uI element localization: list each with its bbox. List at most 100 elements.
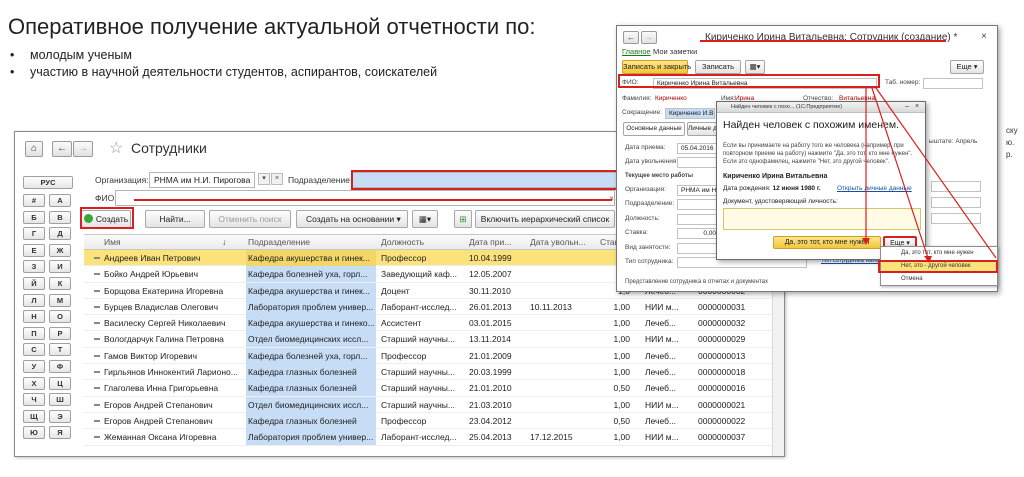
alpha-button[interactable]: Х	[23, 376, 45, 390]
side-input-2[interactable]	[931, 197, 981, 208]
alpha-button[interactable]: Ф	[49, 360, 71, 373]
close-icon[interactable]: ×	[981, 31, 987, 43]
dd-cancel[interactable]: Отмена	[881, 273, 997, 286]
alpha-button[interactable]: З	[23, 260, 45, 274]
minimize-icon[interactable]: –	[903, 103, 911, 111]
alpha-button[interactable]: Т	[49, 343, 71, 357]
table-row[interactable]: Василеску Сергей Николаевич Кафедра акуше…	[84, 315, 773, 332]
alpha-button[interactable]: Ш	[49, 393, 71, 407]
highlight-title-line	[700, 40, 946, 42]
form-input[interactable]: РНМА им Н.И.	[677, 185, 717, 196]
home-icon[interactable]: ⌂	[25, 141, 43, 157]
table-row[interactable]: Глаголева Инна Григорьевна Кафедра глазны…	[84, 380, 773, 397]
alpha-button[interactable]: Э	[49, 409, 71, 423]
col-name[interactable]: Имя	[104, 235, 121, 250]
form-input[interactable]	[677, 243, 717, 254]
dd-yes[interactable]: Да, это тот, кто мне нужен	[881, 247, 997, 260]
alpha-button[interactable]: И	[49, 260, 71, 274]
side-input-1[interactable]	[931, 181, 981, 192]
report-menu-icon[interactable]: ▦▾	[412, 210, 438, 228]
alpha-button[interactable]: О	[49, 310, 71, 324]
table-row[interactable]: Жеманная Оксана Игоревна Лаборатория проб…	[84, 429, 773, 446]
fio-input[interactable]	[115, 190, 615, 206]
col-dept[interactable]: Подразделение	[248, 235, 310, 250]
form-input[interactable]: 0,00	[677, 228, 717, 239]
row-marker-icon	[94, 354, 100, 357]
table-row[interactable]: Егоров Андрей Степанович Отдел биомедицин…	[84, 396, 773, 413]
tab-number-label: Таб. номер:	[885, 79, 921, 86]
report-menu-icon[interactable]: ▦▾	[745, 60, 765, 74]
alpha-button[interactable]: К	[49, 277, 71, 290]
window-title: Сотрудники	[131, 140, 207, 156]
alpha-button[interactable]: У	[23, 360, 45, 373]
favorite-star-icon[interactable]: ☆	[109, 138, 123, 158]
clear-fio-icon[interactable]: ×	[609, 190, 614, 206]
short-input[interactable]: Кириченко И.В.	[665, 108, 715, 119]
alpha-button[interactable]: Е	[23, 243, 45, 257]
surname-value[interactable]: Кириченко	[655, 93, 687, 105]
alpha-button[interactable]: М	[49, 293, 71, 307]
alpha-button[interactable]: Й	[23, 277, 45, 290]
cell-rate: 1,00	[613, 350, 630, 361]
table-row[interactable]: Вологдарчук Галина Петровна Отдел биомеди…	[84, 331, 773, 348]
form-input[interactable]: 05.04.2016	[677, 143, 717, 154]
hierarchy-button[interactable]: Включить иерархический список	[475, 210, 615, 228]
alpha-button[interactable]: Ц	[49, 376, 71, 390]
alpha-button[interactable]: Л	[23, 293, 45, 307]
table-row[interactable]: Гамов Виктор Игоревич Кафедра болезней ух…	[84, 347, 773, 365]
cancel-search-button[interactable]: Отменить поиск	[209, 210, 291, 228]
forward-button[interactable]: →	[73, 141, 93, 157]
org-input[interactable]: РНМА им Н.И. Пирогова	[149, 172, 255, 188]
doc-field[interactable]	[723, 208, 921, 230]
alpha-button[interactable]: П	[23, 326, 45, 340]
forward-button[interactable]: →	[641, 31, 657, 44]
col-position[interactable]: Должность	[381, 235, 424, 250]
tab-main-data[interactable]: Основные данные	[623, 122, 685, 136]
yes-same-person-button[interactable]: Да, это тот, кто мне нужен	[773, 236, 881, 249]
close-icon[interactable]: ×	[913, 103, 921, 111]
form-input[interactable]	[677, 157, 717, 168]
alpha-button[interactable]: Ю	[23, 426, 45, 440]
form-input[interactable]	[677, 199, 717, 210]
cell-hire-date: 21.01.2009	[469, 350, 512, 361]
alpha-button[interactable]: А	[49, 194, 71, 207]
alpha-button[interactable]: С	[23, 343, 45, 357]
alpha-button[interactable]: Б	[23, 210, 45, 224]
alpha-button[interactable]: Ч	[23, 393, 45, 407]
sort-arrow-icon[interactable]: ↓	[222, 235, 226, 250]
open-personal-link[interactable]: Открыть личные данные	[837, 185, 912, 192]
main-tab-link[interactable]: Главное	[622, 47, 651, 56]
tab-number-input[interactable]	[923, 78, 983, 89]
col-fire-date[interactable]: Дата увольн...	[530, 235, 586, 250]
side-input-3[interactable]	[931, 213, 981, 224]
row-marker-icon	[94, 305, 100, 308]
alpha-button[interactable]: #	[23, 194, 45, 207]
create-based-button[interactable]: Создать на основании ▾	[296, 210, 408, 228]
table-row[interactable]: Егоров Андрей Степанович Кафедра глазных …	[84, 412, 773, 430]
notes-tab-link[interactable]: Мои заметки	[653, 47, 697, 56]
hierarchy-icon[interactable]: ⊞	[454, 210, 472, 228]
alpha-button[interactable]: Н	[23, 310, 45, 324]
more-button[interactable]: Еще ▾	[950, 60, 984, 74]
clear-icon[interactable]: ×	[271, 173, 283, 185]
alpha-button[interactable]: Щ	[23, 409, 45, 423]
back-button[interactable]: ←	[623, 31, 639, 44]
find-button[interactable]: Найти...	[145, 210, 205, 228]
alpha-button[interactable]: В	[49, 210, 71, 224]
tab-personal[interactable]: Личные д	[687, 122, 717, 136]
cell-position: Лаборант-исслед...	[381, 301, 457, 312]
table-row[interactable]: Бурцев Владислав Олегович Лаборатория про…	[84, 298, 773, 316]
alpha-button[interactable]: Д	[49, 227, 71, 241]
save-button[interactable]: Записать	[695, 60, 741, 74]
table-row[interactable]: Гирльянов Иннокентий Ларионо... Кафедра г…	[84, 364, 773, 381]
form-input[interactable]	[677, 214, 717, 225]
save-close-button[interactable]: Записать и закрыть	[622, 60, 691, 74]
dropdown-arrow-icon[interactable]: ▾	[258, 173, 270, 185]
alpha-button-rus[interactable]: РУС	[23, 176, 73, 189]
back-button[interactable]: ←	[52, 141, 72, 157]
col-hire-date[interactable]: Дата при...	[469, 235, 511, 250]
alpha-button[interactable]: Г	[23, 227, 45, 241]
alpha-button[interactable]: Р	[49, 326, 71, 340]
alpha-button[interactable]: Ж	[49, 243, 71, 257]
alpha-button[interactable]: Я	[49, 426, 71, 440]
